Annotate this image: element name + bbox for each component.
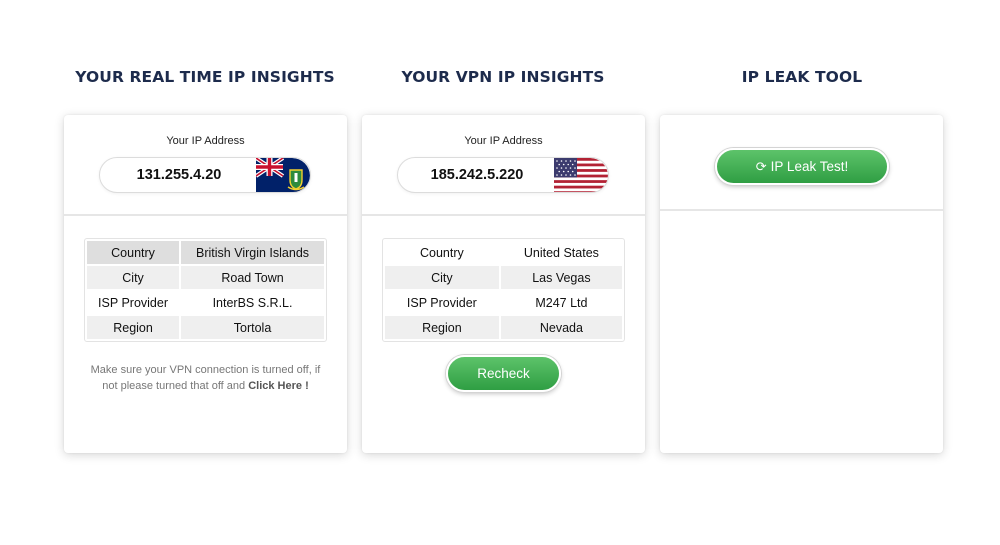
vpn-ip-insights-title: YOUR VPN IP INSIGHTS	[401, 68, 605, 86]
ip-leak-card: ⟳ IP Leak Test!	[660, 115, 943, 453]
refresh-icon: ⟳	[755, 159, 767, 174]
table-row: City Road Town	[87, 266, 324, 289]
table-row: Region Nevada	[385, 316, 622, 339]
table-key: City	[385, 266, 499, 289]
vpn-ip-card: Your IP Address 185.242.5.220 Country Un…	[362, 115, 645, 453]
table-key: City	[87, 266, 180, 289]
table-row: Region Tortola	[87, 316, 324, 339]
ip-address-section: Your IP Address 131.255.4.20	[64, 115, 347, 216]
ip-leak-test-label: IP Leak Test!	[770, 159, 849, 174]
real-time-ip-card: Your IP Address 131.255.4.20 Country Bri…	[64, 115, 347, 453]
united-states-flag-icon	[554, 158, 608, 192]
table-row: Country United States	[385, 241, 622, 264]
recheck-button[interactable]: Recheck	[446, 355, 561, 392]
ip-info-table: Country British Virgin Islands City Road…	[84, 238, 327, 342]
ip-leak-tool-title: IP LEAK TOOL	[741, 68, 863, 86]
real-time-ip-insights-title: YOUR REAL TIME IP INSIGHTS	[75, 68, 335, 86]
ip-address-label: Your IP Address	[464, 135, 543, 147]
ip-leak-section: ⟳ IP Leak Test!	[660, 115, 943, 211]
table-row: City Las Vegas	[385, 266, 622, 289]
table-value: Nevada	[500, 316, 622, 339]
table-value: InterBS S.R.L.	[212, 295, 293, 310]
table-key: ISP Provider	[406, 295, 477, 310]
ip-leak-test-button[interactable]: ⟳ IP Leak Test!	[715, 148, 889, 185]
vpn-info-table: Country United States City Las Vegas ISP…	[382, 238, 625, 342]
table-key: Region	[385, 316, 499, 339]
table-key: ISP Provider	[98, 295, 168, 310]
table-row: Country British Virgin Islands	[87, 241, 324, 264]
ip-address-value: 131.255.4.20	[136, 167, 222, 183]
table-row: ISP Provider M247 Ltd	[385, 291, 622, 314]
table-key: Country	[87, 241, 180, 264]
vpn-off-note: Make sure your VPN connection is turned …	[84, 362, 327, 394]
ip-address-display: 185.242.5.220	[397, 157, 609, 193]
british-virgin-islands-flag-icon	[256, 158, 310, 192]
table-value: United States	[523, 245, 599, 260]
table-row: ISP Provider InterBS S.R.L.	[87, 291, 324, 314]
ip-address-section: Your IP Address 185.242.5.220	[362, 115, 645, 216]
table-value: Las Vegas	[500, 266, 622, 289]
ip-address-label: Your IP Address	[166, 135, 245, 147]
table-key: Region	[87, 316, 180, 339]
table-value: Tortola	[181, 316, 324, 339]
table-value: Road Town	[181, 266, 324, 289]
table-value: British Virgin Islands	[181, 241, 324, 264]
table-value: M247 Ltd	[535, 295, 588, 310]
ip-address-value: 185.242.5.220	[430, 167, 524, 183]
ip-address-display: 131.255.4.20	[99, 157, 311, 193]
table-key: Country	[420, 245, 464, 260]
click-here-link[interactable]: Click Here	[248, 380, 302, 392]
note-end: !	[302, 380, 309, 392]
